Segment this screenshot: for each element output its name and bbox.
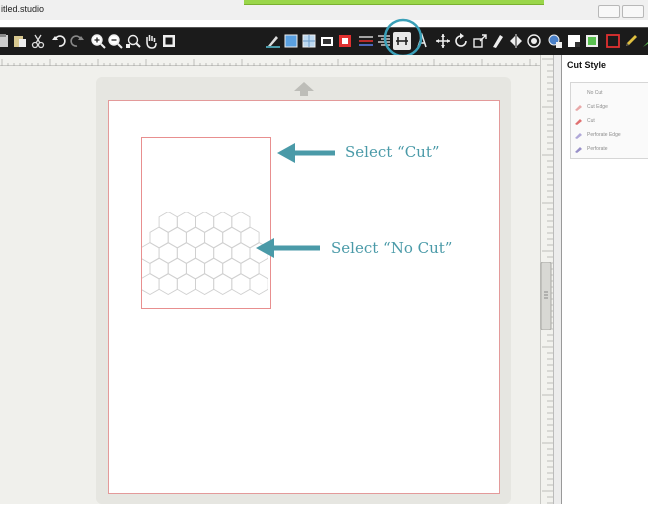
cut-icon (574, 117, 583, 126)
hexagon-shape[interactable] (142, 241, 160, 265)
callout-label-cut: Select “Cut” (345, 143, 440, 161)
registration-icon[interactable] (583, 32, 601, 50)
hexagon-shape[interactable] (204, 257, 224, 280)
option-label: Cut Edge (587, 104, 608, 110)
option-label: Cut (587, 118, 595, 124)
progress-strip (244, 0, 544, 5)
window-title: itled.studio (1, 4, 45, 14)
title-bar: itled.studio (0, 0, 648, 20)
hexagon-shape[interactable] (213, 272, 233, 296)
hexagon-shape[interactable] (167, 257, 187, 280)
library-icon[interactable] (604, 32, 622, 50)
pan-icon[interactable] (142, 32, 160, 50)
hexagon-shape[interactable] (176, 272, 196, 296)
trace-icon[interactable] (546, 32, 564, 50)
hexagon-shape[interactable] (195, 272, 215, 296)
mirror-icon[interactable] (507, 32, 525, 50)
hexagon-shape[interactable] (142, 272, 160, 296)
fill-color-icon[interactable] (282, 32, 300, 50)
cut-style-panel: Cut Style No Cut Cut Edge Cut Perforate … (561, 55, 648, 504)
callout-arrow-cut (277, 143, 335, 163)
hexagon-shape[interactable] (176, 212, 196, 234)
hexagon-shape[interactable] (158, 272, 178, 296)
horizontal-ruler (0, 55, 540, 68)
knife-icon[interactable] (640, 32, 648, 50)
page-icon[interactable] (565, 32, 583, 50)
hexagon-shape[interactable] (249, 272, 268, 296)
hexagon-shape[interactable] (176, 241, 196, 265)
hexagon-shape[interactable] (213, 241, 233, 265)
hexagon-shape[interactable] (195, 241, 215, 265)
hexagon-shape[interactable] (222, 257, 242, 280)
replicate-icon[interactable] (336, 32, 354, 50)
zoom-in-icon[interactable] (89, 32, 107, 50)
hexagon-shape[interactable] (158, 212, 178, 234)
callout-label-no-cut: Select “No Cut” (331, 239, 453, 257)
rotate-icon[interactable] (452, 32, 470, 50)
redo-icon[interactable] (68, 32, 86, 50)
minimize-button[interactable] (598, 5, 620, 18)
main-toolbar (0, 27, 648, 55)
cut-style-option-cut-edge[interactable]: Cut Edge (574, 101, 608, 113)
zoom-out-icon[interactable] (106, 32, 124, 50)
hexagon-shape[interactable] (240, 257, 260, 280)
line-style-icon[interactable] (357, 32, 375, 50)
hexagon-shape[interactable] (204, 226, 224, 249)
hexagon-shape[interactable] (231, 272, 251, 296)
hexagon-pattern[interactable] (142, 212, 268, 306)
option-label: Perforate (587, 146, 608, 152)
cut-style-list: No Cut Cut Edge Cut Perforate Edge Perfo… (570, 82, 648, 159)
zoom-drag-icon[interactable] (124, 32, 142, 50)
cut-edge-icon (574, 103, 583, 112)
no-cut-icon (574, 89, 583, 98)
undo-icon[interactable] (50, 32, 68, 50)
cut-style-option-perforate-edge[interactable]: Perforate Edge (574, 129, 621, 141)
perforate-edge-icon (574, 131, 583, 140)
hexagon-shape[interactable] (149, 226, 169, 249)
hexagon-shape[interactable] (213, 212, 233, 234)
panel-title: Cut Style (567, 60, 607, 70)
line-color-icon[interactable] (264, 32, 282, 50)
fill-pattern-icon[interactable] (300, 32, 318, 50)
hexagon-shape[interactable] (149, 257, 169, 280)
scissors-icon[interactable] (29, 32, 47, 50)
hexagon-shape[interactable] (231, 241, 251, 265)
hexagon-shape[interactable] (167, 226, 187, 249)
cut-style-option-perforate[interactable]: Perforate (574, 143, 608, 155)
cut-style-option-cut[interactable]: Cut (574, 115, 595, 127)
scale-icon[interactable] (471, 32, 489, 50)
shear-icon[interactable] (489, 32, 507, 50)
offset-icon[interactable] (525, 32, 543, 50)
perforate-icon (574, 145, 583, 154)
hexagon-shape[interactable] (222, 226, 242, 249)
maximize-button[interactable] (622, 5, 644, 18)
paste-icon[interactable] (11, 32, 29, 50)
shadow-icon[interactable] (318, 32, 336, 50)
cut-style-option-no-cut[interactable]: No Cut (574, 87, 603, 99)
scrollbar-thumb[interactable] (540, 261, 552, 331)
fit-page-icon[interactable] (160, 32, 178, 50)
hexagon-shape[interactable] (158, 241, 178, 265)
hexagon-shape[interactable] (195, 212, 215, 234)
hexagon-shape[interactable] (185, 257, 206, 280)
pencil-icon[interactable] (622, 32, 640, 50)
hexagon-shape[interactable] (231, 212, 251, 234)
hexagon-shape[interactable] (185, 226, 206, 249)
option-label: Perforate Edge (587, 132, 621, 138)
feed-direction-arrow-icon (294, 82, 314, 96)
callout-arrow-no-cut (256, 238, 320, 258)
option-label: No Cut (587, 90, 603, 96)
transform-icon[interactable] (434, 32, 452, 50)
